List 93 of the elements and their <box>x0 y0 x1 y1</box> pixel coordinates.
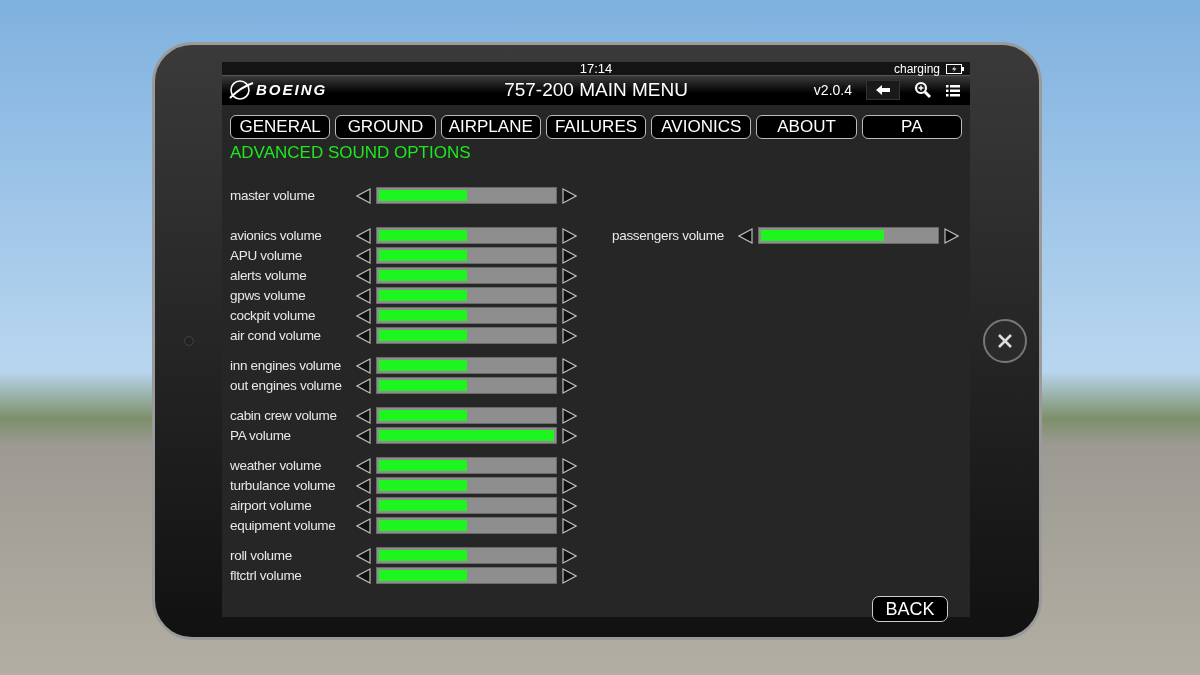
menu-tab[interactable]: AIRPLANE <box>440 114 541 139</box>
left-arrow-icon[interactable] <box>356 567 371 584</box>
slider-label: cockpit volume <box>230 308 317 323</box>
logo-emblem-icon <box>228 78 254 103</box>
left-arrow-icon[interactable] <box>356 497 371 514</box>
volume-slider[interactable] <box>376 457 557 474</box>
menu-tab[interactable]: GROUND <box>335 114 436 139</box>
volume-slider[interactable] <box>758 227 939 244</box>
slider-label: alerts volume <box>230 268 308 283</box>
left-arrow-icon[interactable] <box>738 227 753 244</box>
volume-slider[interactable] <box>376 227 557 244</box>
left-arrow-icon[interactable] <box>356 227 371 244</box>
volume-slider[interactable] <box>376 567 557 584</box>
left-arrow-icon[interactable] <box>356 247 371 264</box>
brand-logo-text: BOEING <box>256 80 328 100</box>
right-arrow-icon[interactable] <box>562 327 577 344</box>
slider-label: cabin crew volume <box>230 408 338 423</box>
zoom-icon[interactable] <box>914 81 932 100</box>
window-title: 757-200 MAIN MENU <box>503 78 689 102</box>
slider-label: gpws volume <box>230 288 307 303</box>
slider-label: out engines volume <box>230 378 343 393</box>
battery-charging-icon <box>946 63 964 74</box>
left-arrow-icon[interactable] <box>356 187 371 204</box>
close-icon <box>996 333 1013 349</box>
volume-slider[interactable] <box>376 267 557 284</box>
close-button[interactable] <box>982 319 1027 363</box>
right-arrow-icon[interactable] <box>944 227 959 244</box>
left-arrow-icon[interactable] <box>356 427 371 444</box>
slider-label: equipment volume <box>230 518 337 533</box>
right-arrow-icon[interactable] <box>562 567 577 584</box>
right-arrow-icon[interactable] <box>562 247 577 264</box>
right-arrow-icon[interactable] <box>562 267 577 284</box>
menu-tab[interactable]: GENERAL <box>230 114 331 139</box>
slider-label: airport volume <box>230 498 313 513</box>
status-time: 17:14 <box>579 62 613 75</box>
left-arrow-icon[interactable] <box>356 457 371 474</box>
left-arrow-icon[interactable] <box>356 547 371 564</box>
slider-label: air cond volume <box>230 328 322 343</box>
volume-slider[interactable] <box>376 247 557 264</box>
back-button[interactable]: BACK <box>872 595 948 622</box>
slider-label: APU volume <box>230 248 304 263</box>
volume-slider[interactable] <box>376 327 557 344</box>
right-arrow-icon[interactable] <box>562 377 577 394</box>
left-arrow-icon[interactable] <box>356 517 371 534</box>
battery-label: charging <box>893 62 940 75</box>
right-arrow-icon[interactable] <box>562 227 577 244</box>
back-arrow-icon <box>875 84 891 97</box>
left-arrow-icon[interactable] <box>356 477 371 494</box>
volume-slider[interactable] <box>376 307 557 324</box>
slider-label: PA volume <box>230 428 292 443</box>
left-arrow-icon[interactable] <box>356 287 371 304</box>
right-arrow-icon[interactable] <box>562 187 577 204</box>
left-arrow-icon[interactable] <box>356 357 371 374</box>
volume-slider[interactable] <box>376 547 557 564</box>
volume-slider[interactable] <box>376 377 557 394</box>
menu-icon[interactable] <box>946 83 960 97</box>
menu-tab[interactable]: AVIONICS <box>651 114 752 139</box>
right-arrow-icon[interactable] <box>562 497 577 514</box>
volume-slider[interactable] <box>376 187 557 204</box>
volume-slider[interactable] <box>376 477 557 494</box>
menu-tab[interactable]: FAILURES <box>545 114 647 139</box>
right-arrow-icon[interactable] <box>562 477 577 494</box>
left-arrow-icon[interactable] <box>356 327 371 344</box>
right-arrow-icon[interactable] <box>562 357 577 374</box>
menu-tab[interactable]: PA <box>861 114 962 139</box>
left-arrow-icon[interactable] <box>356 307 371 324</box>
right-arrow-icon[interactable] <box>562 407 577 424</box>
right-arrow-icon[interactable] <box>562 457 577 474</box>
left-arrow-icon[interactable] <box>356 407 371 424</box>
slider-label: master volume <box>230 188 316 203</box>
slider-label: roll volume <box>230 548 293 563</box>
right-arrow-icon[interactable] <box>562 427 577 444</box>
section-heading: ADVANCED SOUND OPTIONS <box>229 142 472 163</box>
right-arrow-icon[interactable] <box>562 517 577 534</box>
volume-slider[interactable] <box>376 287 557 304</box>
volume-slider[interactable] <box>376 407 557 424</box>
slider-label: turbulance volume <box>230 478 337 493</box>
slider-label: passengers volume <box>612 228 725 243</box>
version-label: v2.0.4 <box>813 80 852 100</box>
slider-label: fltctrl volume <box>230 568 303 583</box>
volume-slider[interactable] <box>376 497 557 514</box>
volume-slider[interactable] <box>376 357 557 374</box>
slider-label: avionics volume <box>230 228 323 243</box>
menu-tab[interactable]: ABOUT <box>756 114 857 139</box>
right-arrow-icon[interactable] <box>562 547 577 564</box>
left-arrow-icon[interactable] <box>356 377 371 394</box>
left-arrow-icon[interactable] <box>356 267 371 284</box>
right-arrow-icon[interactable] <box>562 307 577 324</box>
right-arrow-icon[interactable] <box>562 287 577 304</box>
slider-label: weather volume <box>230 458 323 473</box>
volume-slider[interactable] <box>376 517 557 534</box>
back-arrow-button[interactable] <box>866 80 900 101</box>
slider-label: inn engines volume <box>230 358 342 373</box>
